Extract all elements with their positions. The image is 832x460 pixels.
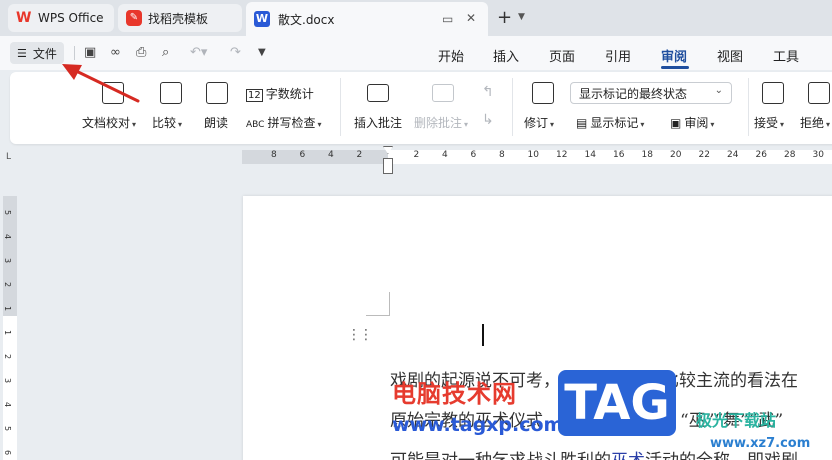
annotation-arrow xyxy=(62,64,140,103)
arrow-shaft xyxy=(68,66,140,103)
